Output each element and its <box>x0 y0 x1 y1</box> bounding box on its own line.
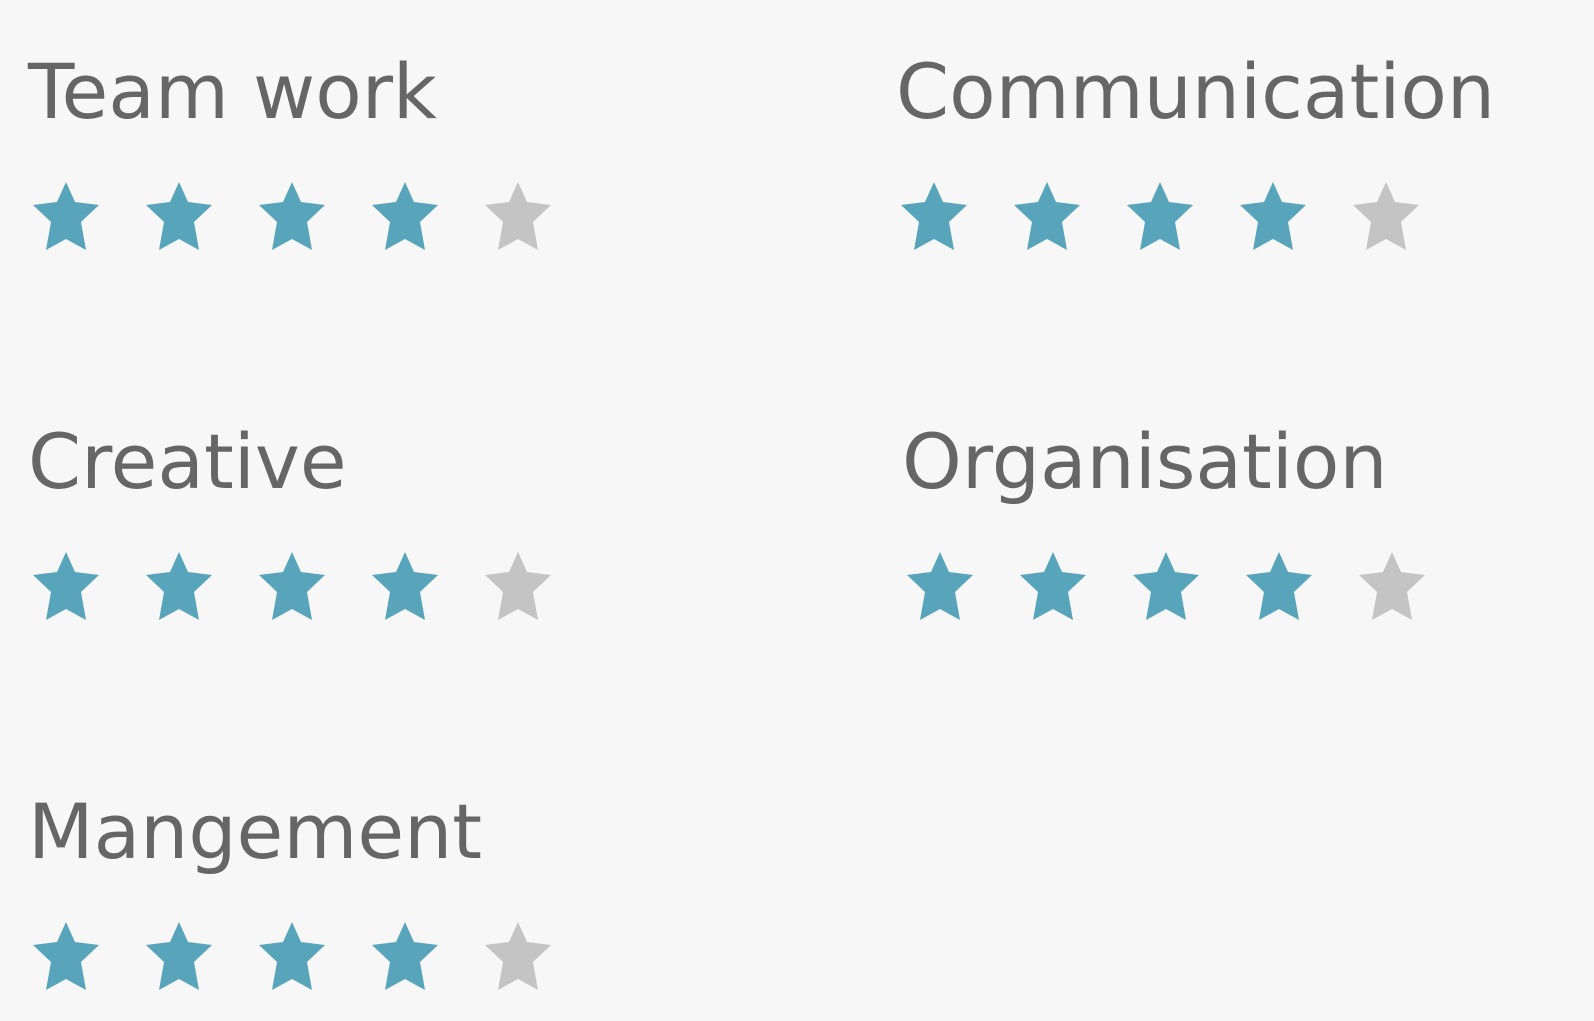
star-filled-icon <box>1015 552 1091 626</box>
star-filled-icon <box>367 182 443 256</box>
star-filled-icon <box>254 922 330 996</box>
star-filled-icon <box>28 182 104 256</box>
skill-mangement: Mangement <box>28 787 551 990</box>
star-empty-icon <box>480 552 556 626</box>
star-rating <box>28 552 588 626</box>
star-filled-icon <box>141 552 217 626</box>
star-filled-icon <box>254 552 330 626</box>
star-filled-icon <box>141 182 217 256</box>
skill-title: Team work <box>28 47 437 136</box>
star-filled-icon <box>1241 552 1317 626</box>
star-filled-icon <box>367 552 443 626</box>
star-filled-icon <box>141 922 217 996</box>
skill-title: Communication <box>896 47 1496 136</box>
star-empty-icon <box>480 922 556 996</box>
star-filled-icon <box>1235 182 1311 256</box>
star-rating <box>902 552 1462 626</box>
star-filled-icon <box>1128 552 1204 626</box>
star-filled-icon <box>902 552 978 626</box>
star-filled-icon <box>1009 182 1085 256</box>
skill-team-work: Team work <box>28 47 551 250</box>
skill-title: Creative <box>28 417 347 506</box>
skill-creative: Creative <box>28 417 551 620</box>
star-filled-icon <box>254 182 330 256</box>
star-rating <box>896 182 1456 256</box>
star-filled-icon <box>28 552 104 626</box>
star-rating <box>28 922 588 996</box>
skill-communication: Communication <box>896 47 1496 250</box>
star-empty-icon <box>1354 552 1430 626</box>
skill-title: Organisation <box>902 417 1388 506</box>
star-filled-icon <box>367 922 443 996</box>
star-empty-icon <box>1348 182 1424 256</box>
star-empty-icon <box>480 182 556 256</box>
star-filled-icon <box>896 182 972 256</box>
star-rating <box>28 182 588 256</box>
star-filled-icon <box>28 922 104 996</box>
skill-title: Mangement <box>28 787 483 876</box>
star-filled-icon <box>1122 182 1198 256</box>
skill-organisation: Organisation <box>902 417 1425 620</box>
